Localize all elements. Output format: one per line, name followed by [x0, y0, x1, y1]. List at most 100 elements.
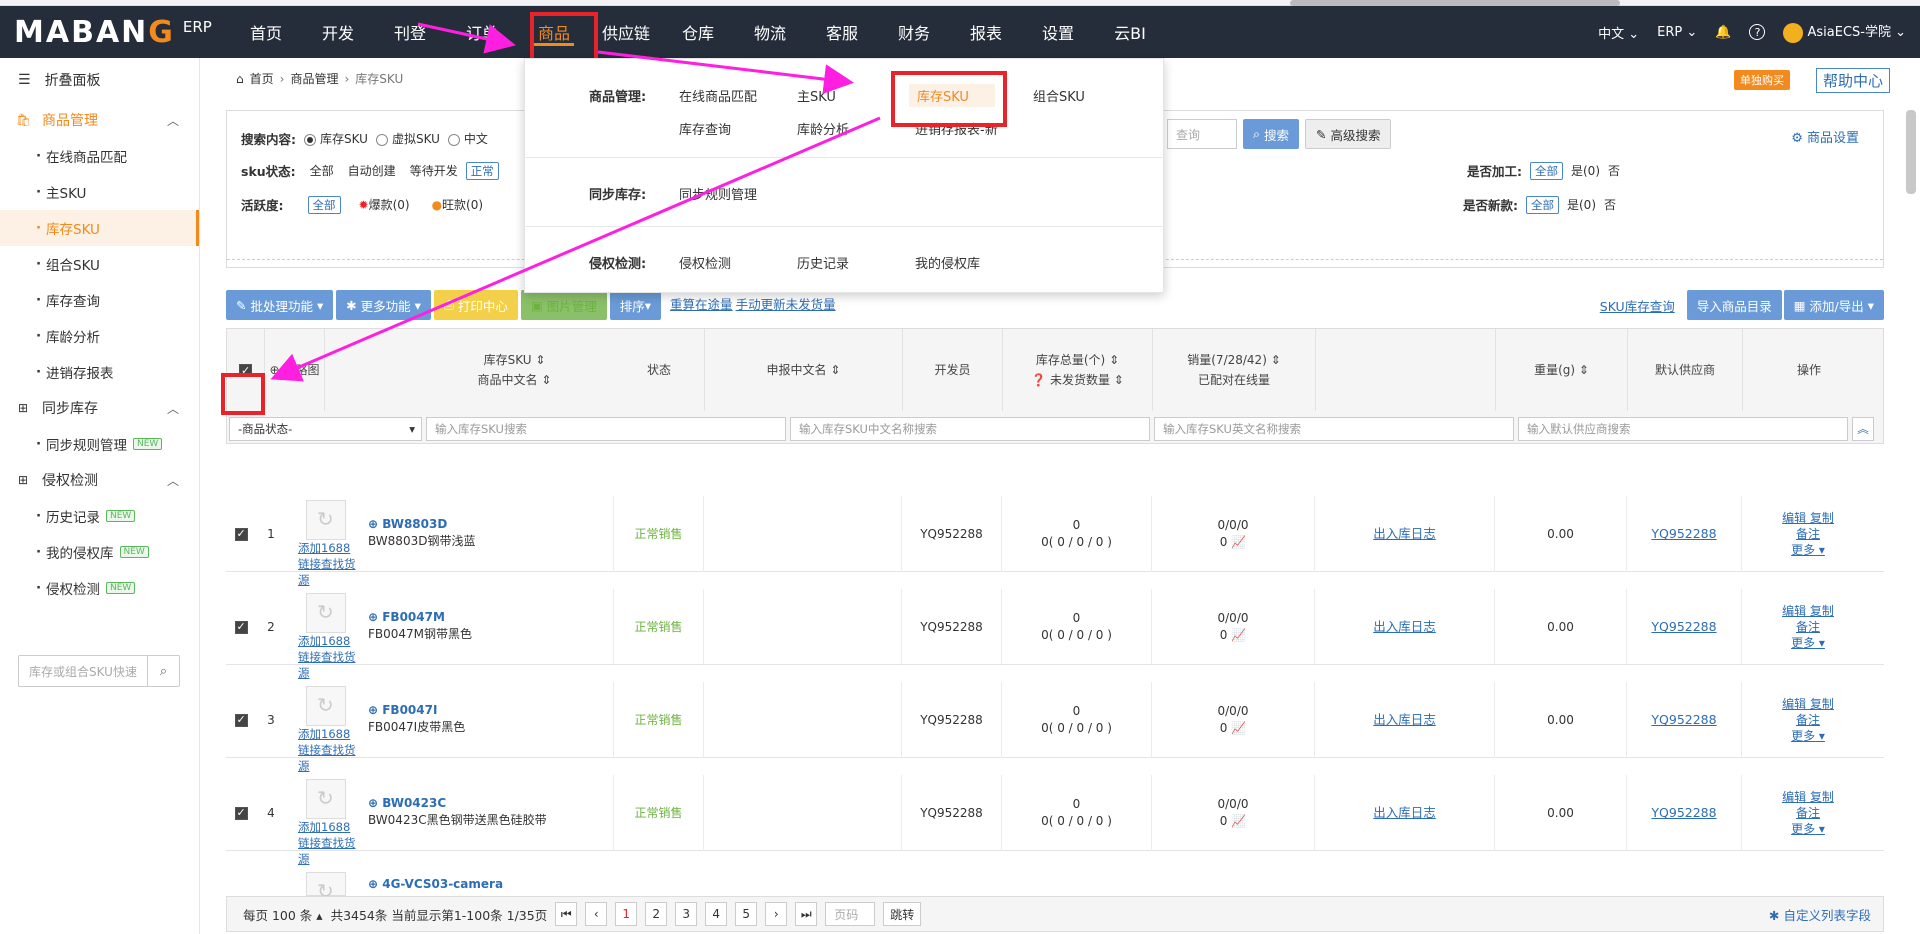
stock-log-link[interactable]: 出入库日志 — [1373, 618, 1436, 636]
status-opt-normal[interactable]: 正常 — [465, 161, 499, 180]
thumbnail[interactable] — [306, 686, 346, 726]
nav-logistics[interactable]: 物流 — [734, 6, 806, 58]
stock-log-link[interactable]: 出入库日志 — [1373, 525, 1436, 543]
copy-link[interactable]: 复制 — [1810, 697, 1834, 711]
sidebar-group-sync[interactable]: ⊞ 同步库存 ︿ — [0, 390, 199, 426]
sidebar-item-stock-query[interactable]: 库存查询 — [0, 282, 199, 318]
copy-link[interactable]: 复制 — [1810, 511, 1834, 525]
breadcrumb-home[interactable]: 首页 — [250, 70, 274, 87]
edit-link[interactable]: 编辑 — [1782, 697, 1806, 711]
import-catalog-button[interactable]: 导入商品目录 — [1686, 290, 1782, 320]
supplier-link[interactable]: YQ952288 — [1651, 525, 1716, 543]
supplier-link[interactable]: YQ952288 — [1651, 618, 1716, 636]
nav-finance[interactable]: 财务 — [878, 6, 950, 58]
nav-warehouse[interactable]: 仓库 — [662, 6, 734, 58]
batch-button[interactable]: ✎ 批处理功能 ▾ — [226, 290, 334, 320]
menu-item-sync-rules[interactable]: 同步规则管理 — [679, 184, 757, 203]
new-opt-yes[interactable]: 是(0) — [1567, 196, 1596, 213]
nav-develop[interactable]: 开发 — [302, 6, 374, 58]
language-switch[interactable]: 中文 ⌄ — [1598, 23, 1639, 42]
unshipped-detail[interactable]: 0( 0 / 0 / 0 ) — [1041, 534, 1112, 551]
thumbnail[interactable] — [306, 593, 346, 633]
supplier-link[interactable]: YQ952288 — [1651, 711, 1716, 729]
sidebar-item-main-sku[interactable]: 主SKU — [0, 174, 199, 210]
sidebar-item-sync-rules[interactable]: 同步规则管理NEW — [0, 426, 199, 462]
activity-opt-hot[interactable]: ✹爆款(0) — [359, 196, 410, 213]
edit-link[interactable]: 编辑 — [1782, 511, 1806, 525]
menu-item-stock-query[interactable]: 库存查询 — [679, 119, 731, 138]
new-opt-all[interactable]: 全部 — [1526, 195, 1559, 214]
recalc-transit-link[interactable]: 重算在途量 — [670, 290, 733, 320]
th-declare[interactable]: 申报中文名 ⇕ — [705, 329, 903, 411]
more-functions-button[interactable]: ✱ 更多功能 ▾ — [336, 290, 431, 320]
sku-stock-query-link[interactable]: SKU库存查询 — [1600, 296, 1675, 315]
help-icon[interactable]: ? — [1749, 24, 1766, 40]
nav-home[interactable]: 首页 — [230, 6, 302, 58]
row-checkbox[interactable] — [234, 712, 248, 727]
process-opt-yes[interactable]: 是(0) — [1571, 162, 1600, 179]
row-checkbox[interactable] — [234, 526, 248, 541]
menu-item-history[interactable]: 历史记录 — [797, 253, 849, 272]
note-link[interactable]: 备注 — [1796, 620, 1820, 634]
sidebar-item-inventory-report[interactable]: 进销存报表 — [0, 354, 199, 390]
thumbnail[interactable] — [306, 779, 346, 819]
erp-switch[interactable]: ERP ⌄ — [1657, 25, 1697, 40]
select-all-checkbox[interactable] — [239, 362, 252, 380]
process-opt-all[interactable]: 全部 — [1530, 161, 1563, 180]
sku-code[interactable]: ⊕ FB0047I — [368, 702, 465, 719]
add-1688-link[interactable]: 添加1688链接查找货源 — [298, 726, 360, 774]
more-link[interactable]: 更多 ▾ — [1791, 636, 1825, 650]
menu-item-infringe-check[interactable]: 侵权检测 — [679, 253, 731, 272]
menu-item-combo-sku[interactable]: 组合SKU — [1033, 86, 1085, 105]
fold-panel-toggle[interactable]: ☰ 折叠面板 — [0, 58, 199, 102]
sidebar-item-age-analysis[interactable]: 库龄分析 — [0, 318, 199, 354]
status-select[interactable]: -商品状态- ▾ — [229, 417, 422, 441]
nav-products[interactable]: 商品 — [518, 6, 590, 58]
sidebar-search[interactable]: 库存或组合SKU快速 ⌕ — [18, 655, 180, 687]
status-opt-auto[interactable]: 自动创建 — [348, 162, 396, 179]
advanced-search-button[interactable]: ✎ 高级搜索 — [1305, 119, 1392, 149]
sidebar-group-product[interactable]: 🛍 商品管理 ︿ — [0, 102, 199, 138]
edit-link[interactable]: 编辑 — [1782, 604, 1806, 618]
sidebar-item-infringe-check[interactable]: 侵权检测NEW — [0, 570, 199, 606]
menu-item-online-match[interactable]: 在线商品匹配 — [679, 86, 757, 105]
custom-columns-link[interactable]: ✱ 自定义列表字段 — [1769, 905, 1871, 924]
page-2[interactable]: 2 — [645, 902, 668, 926]
next-page-button[interactable]: › — [765, 902, 788, 926]
page-5[interactable]: 5 — [735, 902, 758, 926]
stock-log-link[interactable]: 出入库日志 — [1373, 804, 1436, 822]
help-center-button[interactable]: 帮助中心 — [1815, 68, 1890, 93]
buy-tag[interactable]: 单独购买 — [1734, 70, 1790, 90]
radio-virtual-sku[interactable]: 虚拟SKU — [375, 130, 440, 147]
sidebar-group-infringement[interactable]: ⊞ 侵权检测 ︿ — [0, 462, 199, 498]
sidebar-search-input[interactable]: 库存或组合SKU快速 — [19, 663, 147, 680]
menu-item-age-analysis[interactable]: 库龄分析 — [797, 119, 849, 138]
query-input[interactable]: 查询 — [1167, 119, 1237, 149]
status-opt-wait[interactable]: 等待开发 — [410, 162, 458, 179]
activity-opt-popular[interactable]: ●旺款(0) — [432, 196, 483, 213]
stock-log-link[interactable]: 出入库日志 — [1373, 711, 1436, 729]
search-button[interactable]: ⌕ 搜索 — [1243, 119, 1299, 149]
product-settings-link[interactable]: ⚙ 商品设置 — [1791, 127, 1859, 146]
row-checkbox[interactable] — [234, 805, 248, 820]
supplier-link[interactable]: YQ952288 — [1651, 804, 1716, 822]
more-link[interactable]: 更多 ▾ — [1791, 822, 1825, 836]
add-1688-link[interactable]: 添加1688链接查找货源 — [298, 633, 360, 681]
thumbnail[interactable] — [306, 872, 346, 903]
more-link[interactable]: 更多 ▾ — [1791, 729, 1825, 743]
chart-icon[interactable]: 📈 — [1231, 535, 1246, 549]
unshipped-detail[interactable]: 0( 0 / 0 / 0 ) — [1041, 813, 1112, 830]
page-number-input[interactable]: 页码 — [825, 902, 876, 926]
sidebar-item-stock-sku[interactable]: 库存SKU — [0, 210, 199, 246]
note-link[interactable]: 备注 — [1796, 806, 1820, 820]
note-link[interactable]: 备注 — [1796, 527, 1820, 541]
update-unshipped-link[interactable]: 手动更新未发货量 — [736, 290, 836, 320]
nav-orders[interactable]: 订单 — [446, 6, 518, 58]
jump-button[interactable]: 跳转 — [883, 902, 922, 926]
nav-cloud-bi[interactable]: 云BI — [1094, 6, 1166, 58]
sku-code[interactable]: ⊕ FB0047M — [368, 609, 472, 626]
radio-chinese[interactable]: 中文 — [447, 130, 488, 147]
page-1[interactable]: 1 — [615, 902, 638, 926]
sku-code[interactable]: ⊕ 4G-VCS03-camera — [368, 876, 503, 893]
search-icon[interactable]: ⌕ — [147, 656, 179, 686]
